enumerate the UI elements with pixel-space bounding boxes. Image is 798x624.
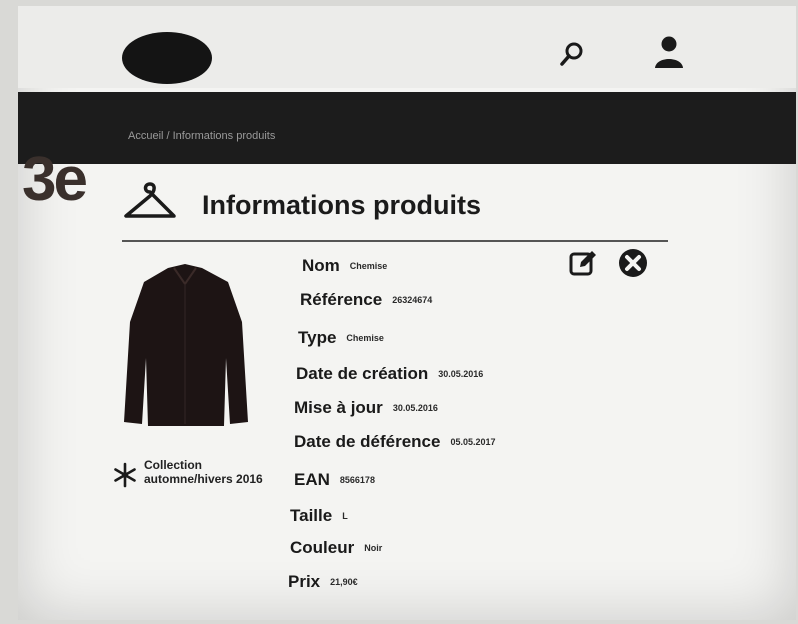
field-label: Mise à jour bbox=[294, 398, 383, 417]
user-icon bbox=[655, 36, 683, 68]
field-mise-a-jour: Mise à jour 30.05.2016 bbox=[294, 398, 438, 418]
close-circle-icon bbox=[619, 249, 647, 277]
title-divider bbox=[122, 240, 668, 242]
app-screen: Accueil / Informations produits 3e Infor… bbox=[18, 6, 796, 620]
field-value: L bbox=[342, 511, 348, 521]
field-value: Noir bbox=[364, 543, 383, 553]
field-label: Type bbox=[298, 328, 337, 347]
field-value: 30.05.2016 bbox=[392, 403, 438, 413]
top-bar bbox=[18, 6, 796, 88]
field-value: 26324674 bbox=[392, 295, 433, 305]
field-value: 05.05.2017 bbox=[450, 437, 496, 447]
page-title: Informations produits bbox=[202, 190, 481, 220]
edit-button[interactable] bbox=[568, 248, 598, 278]
collection-label: Collection automne/hivers 2016 bbox=[144, 458, 263, 486]
hanger-icon bbox=[124, 182, 176, 218]
field-label: Couleur bbox=[290, 538, 355, 557]
field-value: 21,90€ bbox=[330, 577, 358, 587]
field-taille: Taille L bbox=[290, 506, 348, 526]
search-button[interactable] bbox=[556, 38, 588, 70]
field-prix: Prix 21,90€ bbox=[288, 572, 358, 592]
field-label: Référence bbox=[300, 290, 383, 309]
field-label: Nom bbox=[302, 256, 340, 275]
field-ean: EAN 8566178 bbox=[294, 470, 375, 490]
field-label: Date de déférence bbox=[294, 432, 441, 451]
field-label: Prix bbox=[288, 572, 321, 591]
edit-icon bbox=[569, 251, 596, 276]
field-date-deference: Date de déférence 05.05.2017 bbox=[294, 432, 496, 452]
field-value: Chemise bbox=[349, 261, 388, 271]
breadcrumb-bar: Accueil / Informations produits bbox=[18, 92, 796, 164]
field-value: 8566178 bbox=[339, 475, 375, 485]
field-value: Chemise bbox=[346, 333, 384, 343]
product-image-shirt bbox=[124, 264, 248, 426]
field-value: 30.05.2016 bbox=[438, 369, 484, 379]
logo[interactable] bbox=[122, 32, 212, 84]
field-date-creation: Date de création 30.05.2016 bbox=[296, 364, 483, 384]
field-nom: Nom Chemise bbox=[302, 256, 387, 276]
snowflake-icon bbox=[114, 462, 136, 488]
brand-watermark: 3e bbox=[22, 145, 88, 214]
field-couleur: Couleur Noir bbox=[290, 538, 382, 558]
field-label: EAN bbox=[294, 470, 330, 489]
user-account-button[interactable] bbox=[652, 34, 686, 70]
field-label: Date de création bbox=[296, 364, 429, 383]
breadcrumb[interactable]: Accueil / Informations produits bbox=[128, 130, 275, 142]
field-label: Taille bbox=[290, 506, 333, 525]
search-icon bbox=[560, 42, 583, 66]
delete-button[interactable] bbox=[616, 246, 650, 280]
field-reference: Référence 26324674 bbox=[300, 290, 432, 310]
field-type: Type Chemise bbox=[298, 328, 384, 348]
